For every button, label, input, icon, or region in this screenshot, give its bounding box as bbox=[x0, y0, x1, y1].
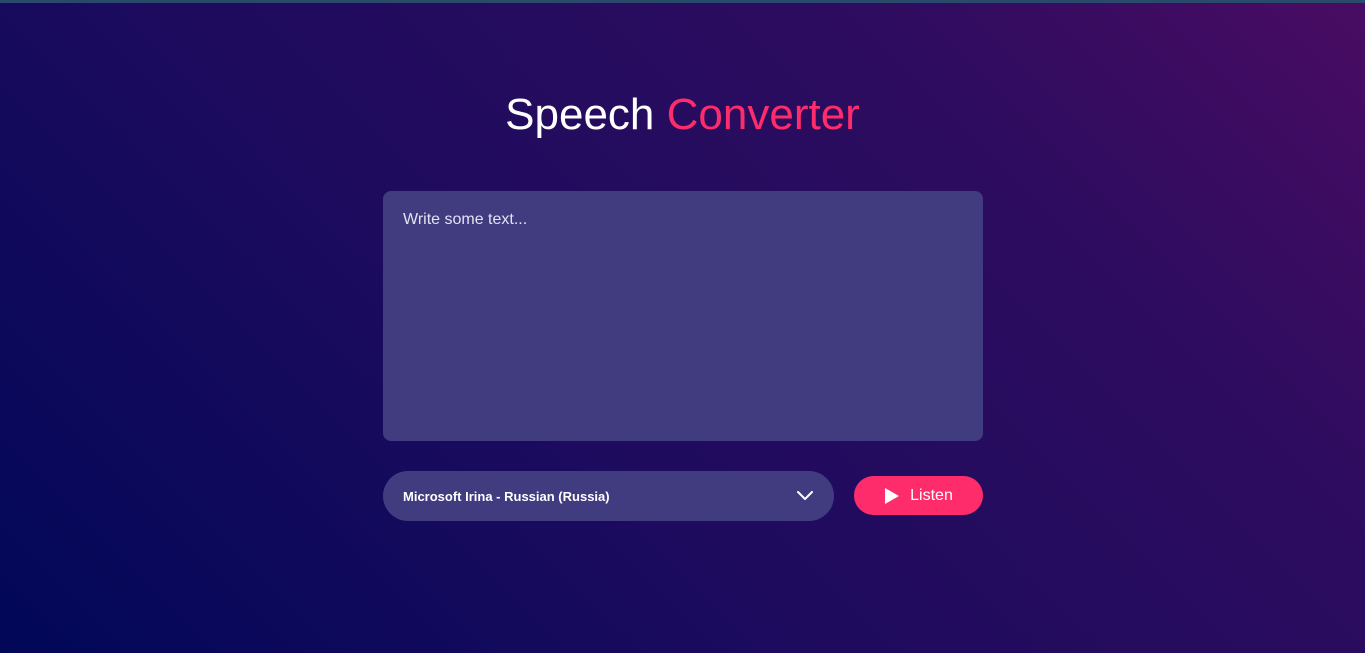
listen-button-label: Listen bbox=[910, 486, 953, 504]
listen-button[interactable]: Listen bbox=[854, 476, 983, 515]
top-border bbox=[0, 0, 1365, 3]
play-icon bbox=[884, 487, 900, 505]
voice-select-value: Microsoft Irina - Russian (Russia) bbox=[403, 488, 610, 504]
title-word-speech: Speech bbox=[505, 90, 655, 139]
title-word-converter: Converter bbox=[666, 90, 860, 139]
page-title: Speech Converter bbox=[0, 88, 1365, 142]
text-input[interactable] bbox=[383, 191, 983, 441]
voice-select[interactable]: Microsoft Irina - Russian (Russia) bbox=[383, 471, 834, 521]
chevron-down-icon bbox=[796, 487, 814, 505]
